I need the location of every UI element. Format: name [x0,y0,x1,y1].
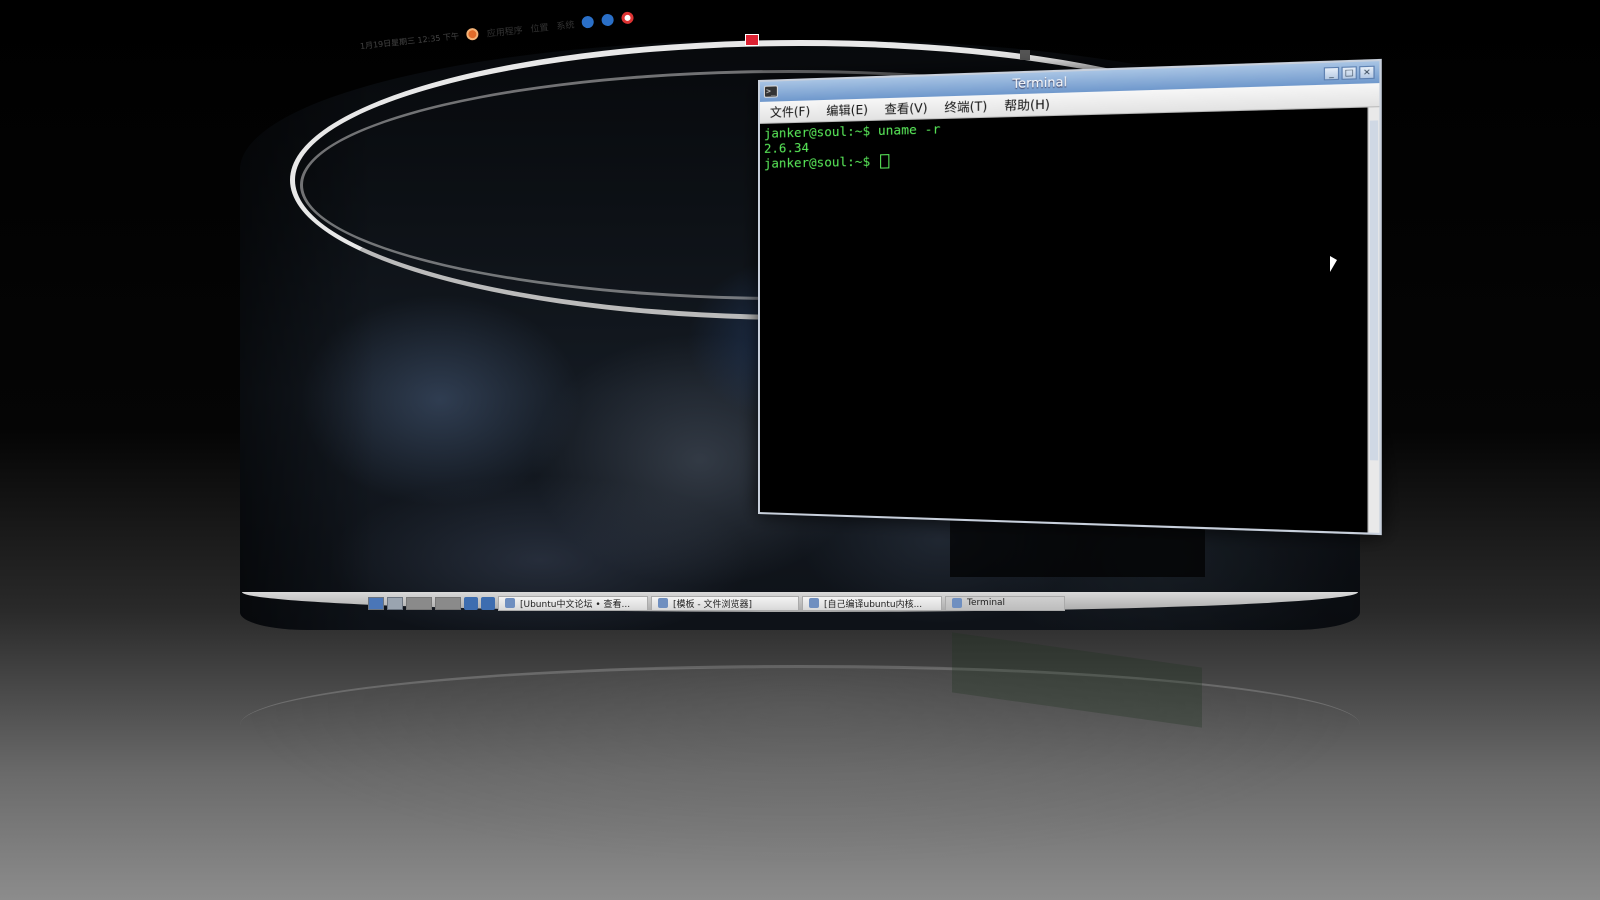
bottom-taskbar: [Ubuntu中文论坛 • 查看... [模板 - 文件浏览器] [自己编译ub… [368,595,1088,611]
workspace-3[interactable] [406,596,432,610]
mouse-pointer-icon [1330,256,1337,272]
task-editor[interactable]: [自己编译ubuntu内核... [802,595,942,611]
menu-edit[interactable]: 编辑(E) [826,101,868,119]
menu-terminal[interactable]: 终端(T) [944,97,987,116]
menu-view[interactable]: 查看(V) [884,99,927,118]
close-button[interactable]: × [1359,65,1375,80]
workspace-1[interactable] [368,596,384,610]
menu-system[interactable]: 系统 [556,17,575,32]
file-manager-icon[interactable] [464,596,478,610]
minimize-button[interactable]: _ [1323,66,1340,81]
terminal-icon[interactable]: >_ [763,85,778,98]
browser-icon [505,598,515,608]
menu-help[interactable]: 帮助(H) [1004,95,1050,114]
terminal-window[interactable]: >_ Terminal _ □ × 文件(F) 编辑(E) 查看(V) 终端(T… [758,58,1382,536]
task-terminal-label: Terminal [967,598,1006,608]
terminal-title: Terminal [1012,74,1068,92]
task-editor-label: [自己编译ubuntu内核... [824,599,923,610]
workspace-4[interactable] [435,596,461,610]
document-icon [809,598,819,608]
task-terminal[interactable]: Terminal [945,595,1065,611]
maximize-button[interactable]: □ [1341,66,1357,80]
panel-clock[interactable]: 1月19日星期三 12:35 下午 [359,30,460,51]
globe-icon[interactable] [601,13,615,27]
workspace-2[interactable] [387,596,403,610]
task-browser[interactable]: [Ubuntu中文论坛 • 查看... [498,595,648,611]
task-file-browser-label: [模板 - 文件浏览器] [673,599,752,610]
task-file-browser[interactable]: [模板 - 文件浏览器] [651,595,799,611]
ubuntu-logo-icon[interactable] [466,27,480,41]
text-cursor [879,154,890,169]
browser-launcher-icon[interactable] [581,15,595,29]
scrollbar-thumb[interactable] [1369,120,1379,461]
terminal-scrollbar[interactable] [1367,107,1380,533]
panel-tray-icon[interactable] [1020,50,1030,60]
menu-places[interactable]: 位置 [530,20,549,35]
folder-icon [658,598,668,608]
terminal-output[interactable]: janker@soul:~$ uname -r 2.6.34 janker@so… [759,107,1380,533]
menu-file[interactable]: 文件(F) [770,102,810,120]
help-lifesaver-icon[interactable] [621,11,635,25]
terminal-task-icon [952,598,962,608]
show-desktop-icon[interactable] [481,596,495,610]
terminal-line: janker@soul:~$ [763,153,878,171]
window-controls: _ □ × [1323,65,1375,81]
task-browser-label: [Ubuntu中文论坛 • 查看... [520,599,631,610]
panel-applet-icon[interactable] [745,34,759,46]
menu-applications[interactable]: 应用程序 [486,22,523,39]
